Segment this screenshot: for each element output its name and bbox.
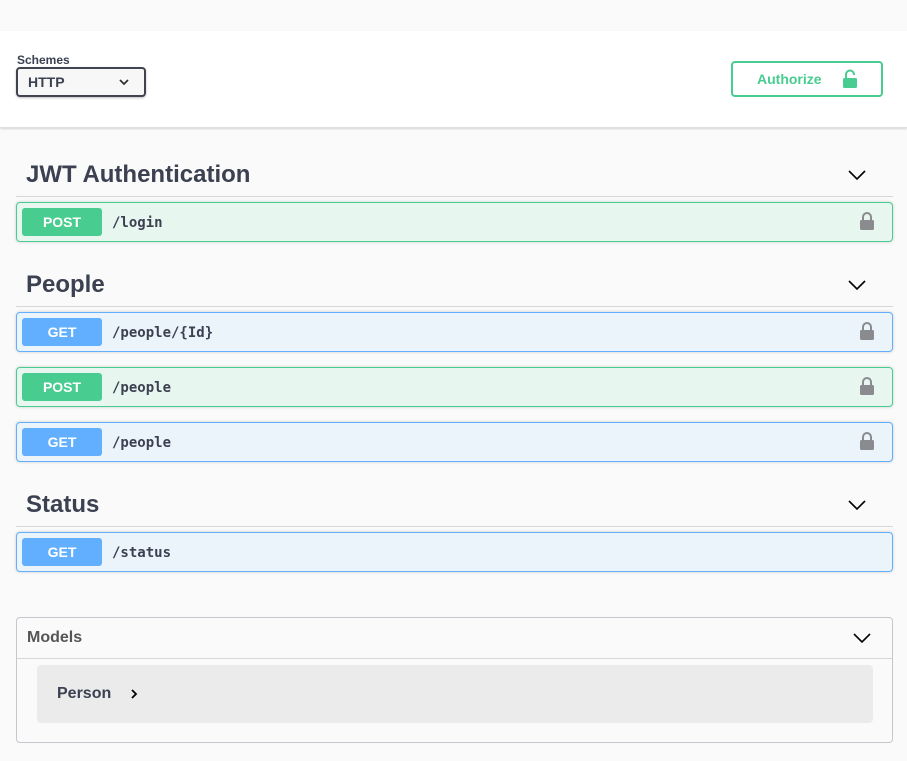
tag-title: People xyxy=(26,271,105,298)
operation-path: /status xyxy=(112,545,172,561)
lock-icon[interactable] xyxy=(859,431,875,451)
method-badge: GET xyxy=(22,428,102,456)
tag-jwt-authentication[interactable]: JWT Authentication xyxy=(16,151,893,197)
method-badge: GET xyxy=(22,538,102,566)
operation-path: /people xyxy=(112,380,172,396)
chevron-right-icon[interactable] xyxy=(129,687,139,701)
tag-status[interactable]: Status xyxy=(16,481,893,527)
operation-post-people[interactable]: POST /people xyxy=(16,367,893,407)
schemes-label: Schemes xyxy=(17,53,70,67)
model-item-person[interactable]: Person xyxy=(37,665,873,723)
chevron-down-icon xyxy=(119,79,129,86)
chevron-down-icon[interactable] xyxy=(847,275,867,295)
tag-title: Status xyxy=(26,491,100,518)
operation-path: /login xyxy=(112,215,163,231)
authorize-label: Authorize xyxy=(757,71,822,87)
models-section: Models Person xyxy=(16,617,893,743)
chevron-down-icon[interactable] xyxy=(847,495,867,515)
tag-people[interactable]: People xyxy=(16,261,893,307)
authorize-button[interactable]: Authorize xyxy=(731,61,883,97)
lock-icon[interactable] xyxy=(859,376,875,396)
models-header[interactable]: Models xyxy=(17,618,892,659)
scheme-container: Schemes HTTP Authorize xyxy=(0,31,907,128)
lock-icon[interactable] xyxy=(859,211,875,231)
method-badge: POST xyxy=(22,208,102,236)
tag-title: JWT Authentication xyxy=(26,161,251,188)
schemes-select[interactable]: HTTP xyxy=(16,67,146,97)
operation-get-status[interactable]: GET /status xyxy=(16,532,893,572)
method-badge: GET xyxy=(22,318,102,346)
operation-get-people[interactable]: GET /people xyxy=(16,422,893,462)
operation-path: /people/{Id} xyxy=(112,325,214,341)
operation-path: /people xyxy=(112,435,172,451)
chevron-down-icon[interactable] xyxy=(852,628,872,648)
chevron-down-icon[interactable] xyxy=(847,165,867,185)
lock-icon[interactable] xyxy=(859,321,875,341)
operation-post-login[interactable]: POST /login xyxy=(16,202,893,242)
model-name: Person xyxy=(57,685,112,702)
method-badge: POST xyxy=(22,373,102,401)
operation-get-people-id[interactable]: GET /people/{Id} xyxy=(16,312,893,352)
schemes-selected-value: HTTP xyxy=(28,74,65,90)
unlock-icon xyxy=(843,69,857,88)
models-title: Models xyxy=(27,629,83,646)
